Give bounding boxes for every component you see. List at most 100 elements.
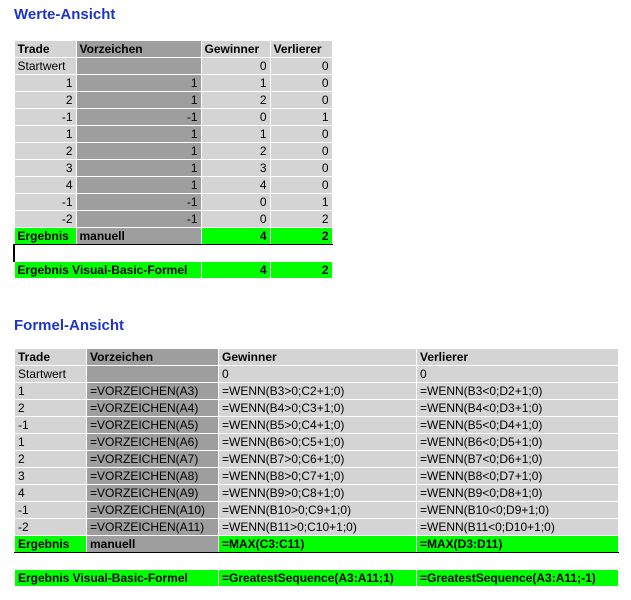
cell-vba-gewinner[interactable]: =GreatestSequence(A3:A11;1): [218, 569, 417, 587]
cell-verlierer[interactable]: 0: [269, 125, 333, 143]
cell-verlierer[interactable]: =WENN(B5<0;D4+1;0): [416, 416, 619, 434]
cell-trade[interactable]: 2: [14, 399, 87, 417]
empty-cell[interactable]: [218, 552, 417, 570]
cell-vorzeichen[interactable]: -1: [75, 193, 202, 211]
cell-gewinner[interactable]: =WENN(B8>0;C7+1;0): [218, 467, 417, 485]
cell-trade[interactable]: 2: [13, 142, 77, 160]
cell-gewinner[interactable]: =WENN(B3>0;C2+1;0): [218, 382, 417, 400]
cell-gewinner[interactable]: =WENN(B9>0;C8+1;0): [218, 484, 417, 502]
cell-vba-label[interactable]: Ergebnis Visual-Basic-Formel: [13, 261, 202, 279]
cell-ergebnis-gewinner[interactable]: =MAX(C3:C11): [218, 535, 417, 553]
cell-gewinner[interactable]: 0: [200, 108, 271, 126]
cell-verlierer[interactable]: 0: [269, 159, 333, 177]
cell-vorzeichen[interactable]: [75, 57, 202, 75]
cell-trade[interactable]: -1: [14, 416, 87, 434]
empty-cell[interactable]: [14, 552, 87, 570]
cell-vorzeichen[interactable]: [86, 365, 219, 383]
cell-trade[interactable]: Startwert: [13, 57, 77, 75]
cell-gewinner[interactable]: 0: [218, 365, 417, 383]
cell-ergebnis-method[interactable]: manuell: [75, 227, 202, 245]
cell-verlierer[interactable]: 1: [269, 193, 333, 211]
cell-trade[interactable]: 1: [14, 433, 87, 451]
cell-trade[interactable]: -2: [14, 518, 87, 536]
cell-ergebnis-verlierer[interactable]: 2: [269, 227, 333, 245]
cell-vba-verlierer[interactable]: =GreatestSequence(A3:A11;-1): [416, 569, 619, 587]
cell-vorzeichen[interactable]: =VORZEICHEN(A3): [86, 382, 219, 400]
cell-vorzeichen[interactable]: =VORZEICHEN(A4): [86, 399, 219, 417]
cell-vba-verlierer[interactable]: 2: [269, 261, 333, 279]
cell-trade[interactable]: 1: [14, 382, 87, 400]
cell-gewinner[interactable]: 0: [200, 57, 271, 75]
cell-trade[interactable]: 4: [14, 484, 87, 502]
cell-verlierer[interactable]: =WENN(B9<0;D8+1;0): [416, 484, 619, 502]
cell-trade[interactable]: Startwert: [14, 365, 87, 383]
cell-gewinner[interactable]: 1: [200, 74, 271, 92]
header-gewinner[interactable]: Gewinner: [200, 40, 271, 58]
cell-ergebnis-verlierer[interactable]: =MAX(D3:D11): [416, 535, 619, 553]
cell-trade[interactable]: 1: [13, 74, 77, 92]
cell-ergebnis-gewinner[interactable]: 4: [200, 227, 271, 245]
cell-vorzeichen[interactable]: 1: [75, 142, 202, 160]
cell-gewinner[interactable]: 0: [200, 193, 271, 211]
cell-gewinner[interactable]: 4: [200, 176, 271, 194]
empty-cell[interactable]: [86, 552, 219, 570]
cell-trade[interactable]: 1: [13, 125, 77, 143]
cell-vorzeichen[interactable]: =VORZEICHEN(A9): [86, 484, 219, 502]
header-gewinner[interactable]: Gewinner: [218, 348, 417, 366]
cell-vorzeichen[interactable]: 1: [75, 176, 202, 194]
cell-trade[interactable]: 2: [13, 91, 77, 109]
empty-cell[interactable]: [269, 244, 333, 262]
cell-verlierer[interactable]: =WENN(B11<0;D10+1;0): [416, 518, 619, 536]
cell-vorzeichen[interactable]: -1: [75, 108, 202, 126]
cell-trade[interactable]: 2: [14, 450, 87, 468]
cell-vorzeichen[interactable]: =VORZEICHEN(A11): [86, 518, 219, 536]
cell-verlierer[interactable]: 0: [269, 91, 333, 109]
cell-vorzeichen[interactable]: =VORZEICHEN(A10): [86, 501, 219, 519]
header-verlierer[interactable]: Verlierer: [416, 348, 619, 366]
cell-gewinner[interactable]: 2: [200, 91, 271, 109]
cell-vba-label[interactable]: Ergebnis Visual-Basic-Formel: [14, 569, 219, 587]
cell-trade[interactable]: 4: [13, 176, 77, 194]
cell-ergebnis-label[interactable]: Ergebnis: [13, 227, 77, 245]
cell-vorzeichen[interactable]: 1: [75, 74, 202, 92]
cell-ergebnis-label[interactable]: Ergebnis: [14, 535, 87, 553]
cell-vorzeichen[interactable]: =VORZEICHEN(A6): [86, 433, 219, 451]
cell-vorzeichen[interactable]: =VORZEICHEN(A8): [86, 467, 219, 485]
cell-trade[interactable]: 3: [13, 159, 77, 177]
empty-cell[interactable]: [416, 552, 619, 570]
cell-gewinner[interactable]: =WENN(B6>0;C5+1;0): [218, 433, 417, 451]
header-trade[interactable]: Trade: [13, 40, 77, 58]
empty-cell[interactable]: [13, 244, 77, 262]
cell-trade[interactable]: -1: [14, 501, 87, 519]
cell-gewinner[interactable]: 1: [200, 125, 271, 143]
cell-verlierer[interactable]: =WENN(B6<0;D5+1;0): [416, 433, 619, 451]
header-vorzeichen[interactable]: Vorzeichen: [75, 40, 202, 58]
cell-trade[interactable]: 3: [14, 467, 87, 485]
cell-gewinner[interactable]: =WENN(B7>0;C6+1;0): [218, 450, 417, 468]
cell-verlierer[interactable]: 0: [416, 365, 619, 383]
cell-vorzeichen[interactable]: 1: [75, 159, 202, 177]
header-vorzeichen[interactable]: Vorzeichen: [86, 348, 219, 366]
cell-trade[interactable]: -1: [13, 108, 77, 126]
cell-gewinner[interactable]: =WENN(B10>0;C9+1;0): [218, 501, 417, 519]
cell-gewinner[interactable]: 3: [200, 159, 271, 177]
cell-verlierer[interactable]: 0: [269, 57, 333, 75]
cell-gewinner[interactable]: =WENN(B11>0;C10+1;0): [218, 518, 417, 536]
cell-vorzeichen[interactable]: =VORZEICHEN(A5): [86, 416, 219, 434]
cell-gewinner[interactable]: =WENN(B4>0;C3+1;0): [218, 399, 417, 417]
cell-vorzeichen[interactable]: 1: [75, 125, 202, 143]
header-trade[interactable]: Trade: [14, 348, 87, 366]
cell-trade[interactable]: -2: [13, 210, 77, 228]
cell-verlierer[interactable]: 0: [269, 74, 333, 92]
cell-verlierer[interactable]: 2: [269, 210, 333, 228]
cell-verlierer[interactable]: =WENN(B3<0;D2+1;0): [416, 382, 619, 400]
header-verlierer[interactable]: Verlierer: [269, 40, 333, 58]
cell-gewinner[interactable]: 0: [200, 210, 271, 228]
cell-gewinner[interactable]: 2: [200, 142, 271, 160]
cell-vorzeichen[interactable]: -1: [75, 210, 202, 228]
empty-cell[interactable]: [75, 244, 202, 262]
cell-vba-gewinner[interactable]: 4: [200, 261, 271, 279]
cell-ergebnis-method[interactable]: manuell: [86, 535, 219, 553]
empty-cell[interactable]: [200, 244, 271, 262]
cell-verlierer[interactable]: 1: [269, 108, 333, 126]
